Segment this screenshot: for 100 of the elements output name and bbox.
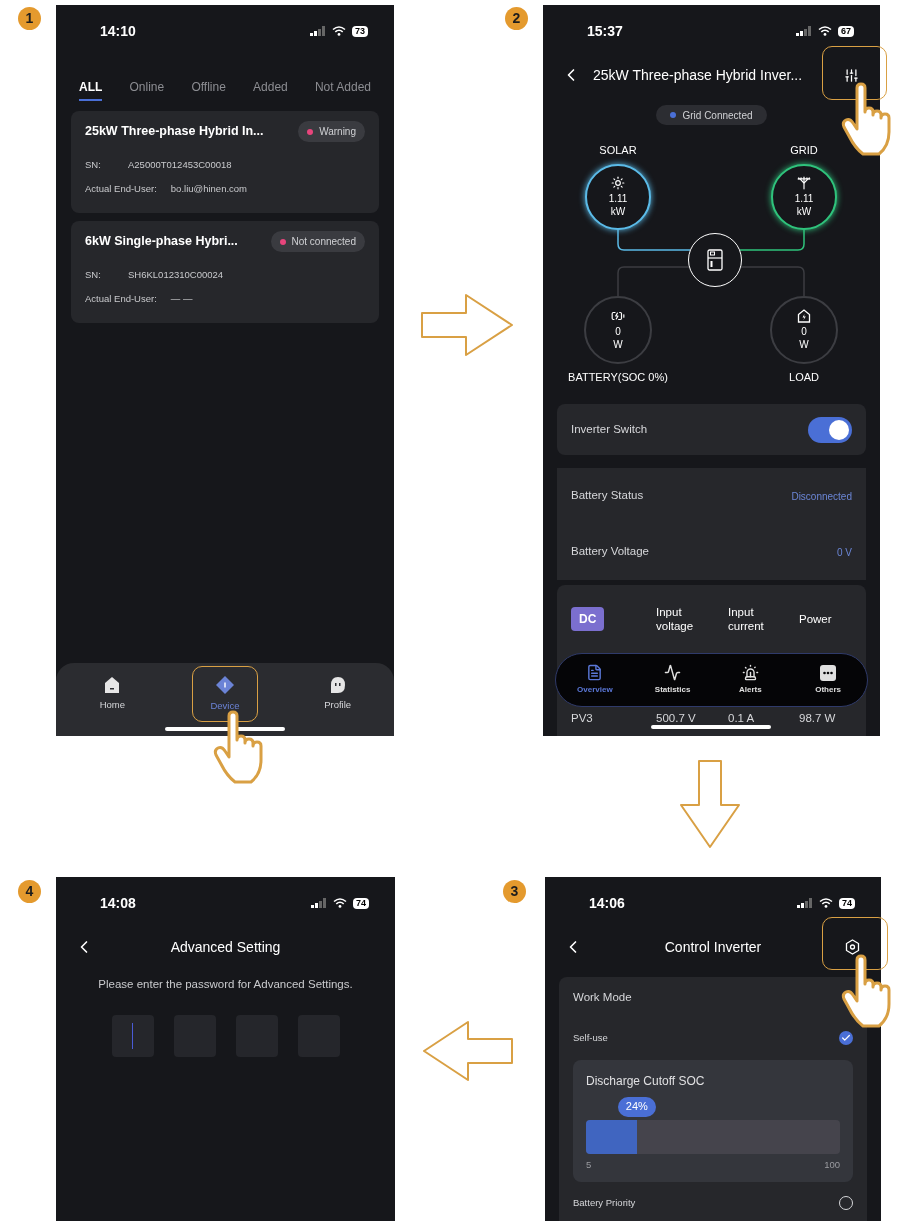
more-icon <box>820 664 837 681</box>
inverter-icon <box>707 249 723 271</box>
tab-bar-item[interactable]: Statistics <box>633 664 712 696</box>
profile-icon <box>328 675 347 694</box>
wifi-icon <box>333 898 347 908</box>
device-card[interactable]: 25kW Three-phase Hybrid In... Warning SN: A25000T012453C00018 Actual End-User: bo.liu@hinen.com <box>71 111 379 213</box>
siren-icon <box>741 664 759 681</box>
sun-icon <box>611 176 625 190</box>
slider-min: 5 <box>586 1157 592 1172</box>
filter-tab[interactable]: Online <box>129 78 165 101</box>
node-unit: W <box>613 338 623 351</box>
step-number: 3 <box>503 880 526 903</box>
screen-title: 25kW Three-phase Hybrid Inver... <box>593 65 803 85</box>
settings-icon <box>844 939 860 955</box>
slider-value-bubble: 24% <box>617 1096 656 1117</box>
row-label: Battery Status <box>571 488 644 504</box>
node-unit: W <box>799 338 809 351</box>
password-prompt: Please enter the password for Advanced Settings. <box>97 977 354 992</box>
status-time: 15:37 <box>587 21 623 41</box>
node-unit: kW <box>796 205 812 218</box>
node-label: SOLAR <box>599 143 637 158</box>
document-icon <box>586 664 604 681</box>
status-time: 14:06 <box>589 893 625 913</box>
nav-tab[interactable]: Profile <box>304 666 371 722</box>
wifi-icon <box>332 26 346 36</box>
node-label: LOAD <box>789 370 819 385</box>
step-number: 2 <box>505 7 528 30</box>
node-label: BATTERY(SOC 0%) <box>568 370 668 385</box>
battery-indicator: 74 <box>839 897 855 909</box>
node-value: 1.11 <box>794 192 814 205</box>
toggle-switch[interactable] <box>808 416 852 443</box>
table-cell-text: 98.7 W <box>799 710 837 726</box>
row-label: Battery Voltage <box>571 544 649 560</box>
step-number: 1 <box>18 7 41 30</box>
device-name: 25kW Three-phase Hybrid In... <box>85 123 264 141</box>
node-value: 1.11 <box>608 192 628 205</box>
grid-status-pill: Grid Connected <box>656 105 767 125</box>
table-cell-text: 500.7 V <box>656 710 697 726</box>
status-text: Not connected <box>291 235 356 249</box>
signal-icon <box>311 898 327 908</box>
field-value: A25000T012453C00018 <box>128 158 232 172</box>
status-time: 14:10 <box>100 21 136 41</box>
filter-tab[interactable]: ALL <box>79 78 103 101</box>
step-number: 4 <box>18 880 41 903</box>
field-label: SN: <box>85 268 102 282</box>
house-bolt-icon <box>797 309 811 323</box>
slider-title: Discharge Cutoff SOC <box>586 1072 706 1090</box>
power-pole-icon <box>797 176 811 190</box>
column-header: Input current <box>728 605 765 633</box>
device-name: 6kW Single-phase Hybri... <box>85 233 238 251</box>
status-text: Warning <box>319 125 356 139</box>
chart-icon <box>664 664 682 681</box>
diamond-icon <box>215 674 235 695</box>
signal-icon <box>796 26 812 36</box>
switch-label: Inverter Switch <box>571 421 648 437</box>
filter-tab[interactable]: Not Added <box>314 78 371 101</box>
row-value: 0 V <box>837 545 852 560</box>
signal-icon <box>310 26 326 36</box>
node-label: GRID <box>790 143 818 158</box>
field-value: SH6KL012310C00024 <box>128 268 224 282</box>
column-header: Power <box>799 612 833 626</box>
arrow-icon <box>422 1020 514 1082</box>
filter-tab[interactable]: Added <box>253 78 288 101</box>
section-title: Work Mode <box>573 990 633 1005</box>
slider-max: 100 <box>824 1157 840 1172</box>
radio-button[interactable] <box>839 1031 853 1046</box>
field-label: Actual End-User: <box>85 182 157 197</box>
filter-tab[interactable]: Offline <box>191 78 226 101</box>
node-unit: kW <box>610 205 626 218</box>
status-time: 14:08 <box>100 893 136 913</box>
table-cell-text: 0.1 A <box>728 710 756 726</box>
node-value: 0 <box>615 325 621 338</box>
code-input-field[interactable] <box>111 1015 154 1058</box>
field-value: — — <box>170 292 193 307</box>
screen-title: Control Inverter <box>664 937 762 957</box>
screen-title: Advanced Setting <box>170 937 281 957</box>
tab-bar-item[interactable]: Others <box>789 664 867 696</box>
nav-tab[interactable]: Home <box>79 666 146 722</box>
field-label: Actual End-User: <box>85 292 157 307</box>
arrow-icon <box>420 293 514 357</box>
field-value: bo.liu@hinen.com <box>170 182 247 197</box>
row-value: Disconnected <box>791 489 852 504</box>
table-cell-text: PV3 <box>571 710 594 726</box>
wifi-icon <box>819 898 833 908</box>
battery-indicator: 73 <box>352 25 368 37</box>
wifi-icon <box>818 26 832 36</box>
device-card[interactable]: 6kW Single-phase Hybri... Not connected SN: SH6KL012310C00024 Actual End-User: — — <box>71 221 379 323</box>
mode-label: Battery Priority <box>573 1195 636 1210</box>
check-icon <box>841 1033 851 1044</box>
tab-bar-item[interactable]: Alerts <box>711 664 790 696</box>
battery-indicator: 74 <box>353 897 369 909</box>
battery-indicator: 67 <box>838 25 854 37</box>
field-label: SN: <box>85 158 102 172</box>
battery-icon <box>611 309 625 323</box>
mode-label: Self-use <box>573 1031 608 1046</box>
column-header: Input voltage <box>656 605 695 633</box>
dc-badge: DC <box>571 607 605 631</box>
slider-track[interactable] <box>586 1119 840 1154</box>
node-value: 0 <box>801 325 807 338</box>
tab-bar-item[interactable]: Overview <box>556 664 634 696</box>
